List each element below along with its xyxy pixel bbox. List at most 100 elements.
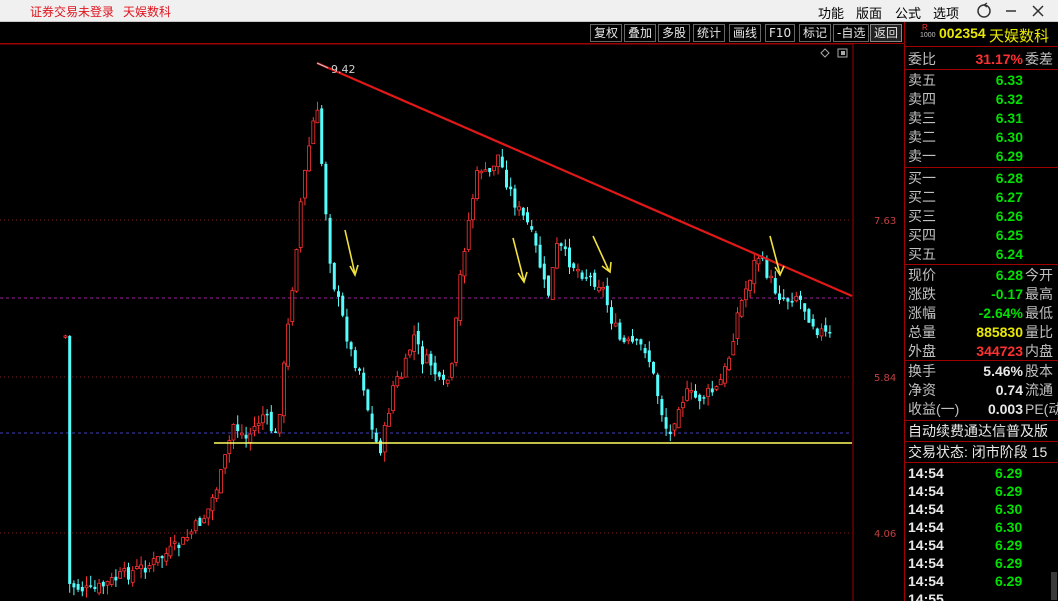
close-icon[interactable] (1027, 1, 1049, 20)
candle-body (794, 295, 799, 302)
candle-body (727, 357, 731, 371)
candle-body (218, 469, 223, 494)
statistics-button[interactable]: 统计 (693, 24, 726, 42)
tick-row: 14:54 6.30 (905, 500, 1058, 518)
candle-body (236, 424, 240, 432)
candle-body (681, 402, 685, 409)
candle-body (223, 454, 228, 469)
candle-body (782, 297, 786, 299)
candle-body (748, 279, 752, 291)
stat-row-value: 885830 (976, 324, 1023, 340)
stat2-row: 净资 0.74 流通 (905, 381, 1058, 399)
candle-body (395, 376, 400, 387)
candle-body (694, 390, 697, 398)
resistance-trendline[interactable] (316, 61, 853, 298)
candle-body (584, 277, 588, 279)
menu-layout[interactable]: 版面 (856, 3, 882, 22)
back-button[interactable]: 返回 (870, 24, 903, 42)
overlay-button[interactable]: 叠加 (624, 24, 657, 42)
menu-formula[interactable]: 公式 (895, 3, 921, 22)
candle-body (639, 339, 643, 345)
candle-body (210, 496, 215, 512)
stat-row-value: 6.28 (995, 267, 1023, 283)
candle-body (568, 247, 571, 268)
stat-row-value: 344723 (976, 343, 1023, 359)
tick-price: 6.30 (995, 519, 1023, 535)
axis-label-763: 7.63 (874, 216, 896, 227)
menu-options[interactable]: 选项 (933, 3, 959, 22)
refresh-icon[interactable] (973, 1, 995, 20)
candle-body (177, 544, 181, 548)
candle-body (294, 249, 299, 292)
candle-body (421, 346, 424, 365)
candle-body (475, 170, 480, 199)
stat-row-tail: 内盘 (1025, 343, 1053, 359)
tick-price: 6.29 (995, 465, 1023, 481)
tick-price: 6.29 (995, 483, 1023, 499)
candle-body (80, 587, 84, 592)
candle-body (114, 576, 118, 581)
tick-row: 14:54 6.29 (905, 464, 1058, 482)
candle-body (143, 567, 147, 573)
candle-body (76, 583, 80, 590)
stat-row-tail: 量比 (1025, 324, 1053, 340)
stat-row-tail: 今开 (1025, 267, 1053, 283)
candle-body (676, 409, 681, 429)
candlestick-chart[interactable]: 7.63 5.84 4.06 9.42 (0, 44, 904, 601)
draw-line-button[interactable]: 画线 (729, 24, 762, 42)
candle-body (68, 335, 72, 584)
multi-stock-button[interactable]: 多股 (658, 24, 691, 42)
panel-toggle-icon[interactable] (837, 48, 848, 58)
bid-row: 买一 6.28 (905, 169, 1058, 187)
menu-functions[interactable]: 功能 (818, 3, 844, 22)
stat-row-value: -2.64% (978, 305, 1023, 321)
bid-row: 买四 6.25 (905, 226, 1058, 244)
tick-scrollbar[interactable] (1051, 572, 1057, 600)
candle-body (181, 537, 186, 545)
arrow-down-icon (592, 235, 612, 274)
candle-body (252, 425, 257, 432)
candle-body (597, 286, 601, 292)
tick-time: 14:54 (908, 483, 944, 499)
candle-body (341, 295, 345, 316)
stock-name[interactable]: 天娱数科 (989, 25, 1049, 46)
ask-row: 卖四 6.32 (905, 90, 1058, 108)
candle-body (828, 332, 832, 334)
stat-row: 涨跌 -0.17 最高 (905, 285, 1058, 303)
stock-code: 002354 (939, 25, 986, 41)
candle-body (198, 517, 202, 526)
weibi-value: 31.17% (975, 51, 1023, 67)
tick-row: 14:54 6.30 (905, 518, 1058, 536)
candle-body (610, 307, 613, 324)
candles (63, 101, 832, 598)
candle-body (550, 267, 555, 301)
tick-price: 6.30 (995, 501, 1023, 517)
adjust-button[interactable]: 复权 (590, 24, 623, 42)
stat2-row: 换手 5.46% 股本 (905, 362, 1058, 380)
f10-button[interactable]: F10 (765, 24, 796, 42)
stat-row-tail: 最高 (1025, 286, 1053, 302)
bid-row-label: 买四 (908, 227, 936, 243)
candle-body (353, 350, 357, 369)
candle-body (496, 154, 501, 167)
candle-body (752, 260, 757, 285)
stat-row: 现价 6.28 今开 (905, 266, 1058, 284)
title-bar: 证券交易未登录 天娱数科 功能 版面 公式 选项 (0, 0, 1058, 22)
bid-row-value: 6.25 (995, 227, 1023, 243)
candle-body (811, 318, 815, 327)
tick-price: 6.29 (995, 573, 1023, 589)
minimize-icon[interactable] (1000, 1, 1022, 20)
candle-body (613, 322, 618, 327)
candle-body (185, 537, 190, 541)
rzrq-badge-sub: 1000 (920, 32, 936, 39)
watchlist-button[interactable]: -自选 (833, 24, 870, 42)
candle-body (332, 262, 336, 290)
mark-button[interactable]: 标记 (799, 24, 832, 42)
diamond-icon[interactable] (820, 48, 830, 58)
candle-body (155, 556, 160, 563)
weicha-label: 委差 (1025, 51, 1053, 67)
candle-body (429, 353, 433, 366)
candle-body (601, 287, 605, 290)
candle-body (202, 518, 207, 524)
stat2-row-label: 收益(一) (908, 401, 960, 417)
